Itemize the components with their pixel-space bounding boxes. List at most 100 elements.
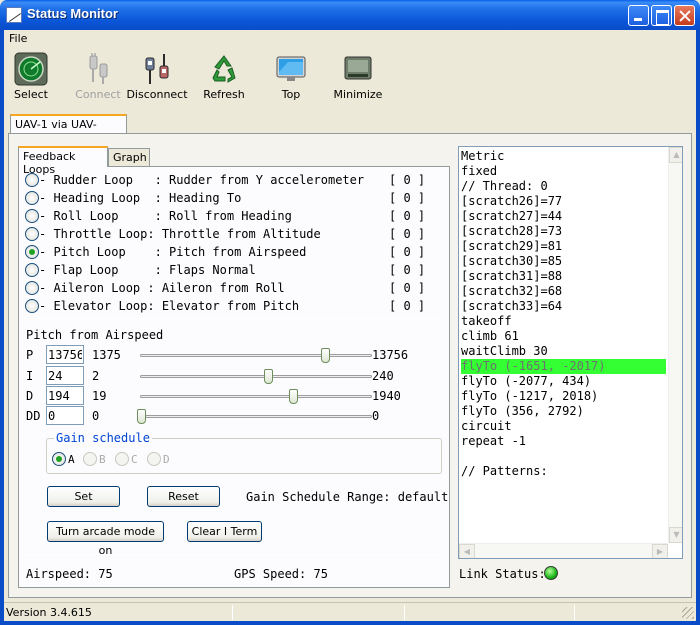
tab-uav-connection[interactable]: UAV-1 via UAV-14633 <box>10 114 127 144</box>
slider-thumb[interactable] <box>137 409 146 424</box>
loop-radio[interactable] <box>25 299 39 313</box>
script-line: [scratch28]=73 <box>461 224 563 238</box>
link-status-label: Link Status: <box>459 567 546 581</box>
arcade-mode-button[interactable]: Turn arcade mode on <box>47 521 164 557</box>
pid-d-input[interactable] <box>46 386 84 405</box>
status-divider <box>404 605 405 620</box>
close-window-button[interactable] <box>674 5 695 26</box>
title-bar[interactable]: Status Monitor <box>0 0 700 30</box>
refresh-tool-label: Refresh <box>203 88 245 101</box>
menu-file[interactable]: File <box>9 32 27 45</box>
loop-row-pitch[interactable]: - Pitch Loop : Pitch from Airspeed [ 0 ] <box>25 244 425 262</box>
disconnect-tool-button[interactable]: Disconnect <box>122 52 192 101</box>
gain-option-label: D <box>163 453 170 466</box>
pid-key: P <box>26 348 34 362</box>
loop-radio-selected[interactable] <box>25 245 39 259</box>
top-tool-button[interactable]: Top <box>256 52 326 101</box>
pid-min-value: 0 <box>92 409 100 423</box>
tab-feedback-loops[interactable]: Feedback Loops <box>18 146 108 176</box>
pid-p-input[interactable] <box>46 345 84 364</box>
pid-key: I <box>26 369 34 383</box>
loop-radio[interactable] <box>25 281 39 295</box>
gain-radio[interactable] <box>83 452 97 466</box>
set-button[interactable]: Set <box>47 486 120 507</box>
loop-value: [ 0 ] <box>389 209 426 223</box>
script-line-current: flyTo (-1651, -2017) <box>461 359 666 374</box>
resize-grip-icon[interactable] <box>682 607 694 619</box>
script-line: [scratch31]=88 <box>461 269 563 283</box>
slider-thumb[interactable] <box>321 348 330 363</box>
scroll-up-icon[interactable]: ▲ <box>669 147 682 163</box>
scroll-right-icon[interactable]: ▶ <box>652 544 668 558</box>
script-line: Metric <box>461 149 505 163</box>
horizontal-scrollbar[interactable]: ◀ ▶ <box>459 543 668 558</box>
mission-script-textarea[interactable]: Metric fixed// Thread: 0 [scratch26]=77 [sc… <box>458 146 683 559</box>
script-line: [scratch30]=85 <box>461 254 563 268</box>
minimize-tool-button[interactable]: Minimize <box>323 52 393 101</box>
clear-i-term-button[interactable]: Clear I Term <box>187 521 262 542</box>
select-tool-button[interactable]: Select <box>0 52 66 101</box>
loop-label: - Throttle Loop: Throttle from Altitude <box>39 227 321 241</box>
window-frame-bottom <box>0 621 700 625</box>
loop-row-aileron[interactable]: - Aileron Loop : Aileron from Roll [ 0 ] <box>25 280 425 298</box>
gps-speed-readout: GPS Speed: 75 <box>234 567 328 581</box>
pid-max-value: 13756 <box>372 348 409 362</box>
gain-radio[interactable] <box>147 452 161 466</box>
pid-max-value: 0 <box>372 409 380 423</box>
radar-icon <box>14 52 48 86</box>
loop-row-flap[interactable]: - Flap Loop : Flaps Normal [ 0 ] <box>25 262 425 280</box>
slider-thumb[interactable] <box>288 389 298 404</box>
pid-d-slider[interactable] <box>140 389 372 404</box>
top-tool-label: Top <box>281 88 301 101</box>
loop-label: - Pitch Loop : Pitch from Airspeed <box>39 245 307 259</box>
minimize-window-button[interactable] <box>628 5 649 26</box>
link-status-led-icon <box>544 566 558 580</box>
pid-section-title: Pitch from Airspeed <box>26 328 164 342</box>
divider <box>24 318 442 319</box>
scroll-left-icon[interactable]: ◀ <box>459 544 475 558</box>
loop-radio[interactable] <box>25 191 39 205</box>
loop-radio[interactable] <box>25 173 39 187</box>
window-frame-left <box>0 30 4 625</box>
loop-value: [ 0 ] <box>389 191 426 205</box>
loop-value: [ 0 ] <box>389 173 426 187</box>
maximize-window-button[interactable] <box>651 5 672 26</box>
slider-thumb[interactable] <box>263 369 273 384</box>
loop-row-elevator[interactable]: - Elevator Loop: Elevator from Pitch [ 0… <box>25 298 425 316</box>
loop-radio[interactable] <box>25 263 39 277</box>
status-divider <box>232 605 233 620</box>
scroll-down-icon[interactable]: ▼ <box>669 527 682 543</box>
pid-dd-slider[interactable] <box>137 409 372 424</box>
gain-radio[interactable] <box>115 452 129 466</box>
loop-row-roll[interactable]: - Roll Loop : Roll from Heading [ 0 ] <box>25 208 425 226</box>
loop-radio[interactable] <box>25 209 39 223</box>
pid-dd-input[interactable] <box>46 406 84 425</box>
loop-row-heading[interactable]: - Heading Loop : Heading To [ 0 ] <box>25 190 425 208</box>
pid-i-slider[interactable] <box>140 369 372 384</box>
pid-min-value: 1375 <box>92 348 121 362</box>
gain-schedule-range: Gain Schedule Range: default <box>246 490 449 504</box>
loop-value: [ 0 ] <box>389 299 426 313</box>
refresh-tool-button[interactable]: Refresh <box>189 52 259 101</box>
pid-i-input[interactable] <box>46 366 84 385</box>
plug-icon <box>81 52 115 86</box>
script-line: flyTo (-2077, 434) <box>461 374 592 388</box>
loop-row-rudder[interactable]: - Rudder Loop : Rudder from Y accelerome… <box>25 172 425 190</box>
script-line: waitClimb 30 <box>461 344 548 358</box>
pid-key: DD <box>26 409 41 423</box>
loop-row-throttle[interactable]: - Throttle Loop: Throttle from Altitude … <box>25 226 425 244</box>
loop-radio[interactable] <box>25 227 39 241</box>
loop-label: - Rudder Loop : Rudder from Y accelerome… <box>39 173 365 187</box>
unplug-icon <box>140 52 174 86</box>
script-line: [scratch26]=77 <box>461 194 563 208</box>
reset-button[interactable]: Reset <box>147 486 220 507</box>
pid-p-slider[interactable] <box>140 348 372 363</box>
script-line: // Patterns: <box>461 464 548 478</box>
minimize-tool-label: Minimize <box>333 88 383 101</box>
tab-graph[interactable]: Graph <box>108 148 150 168</box>
gain-option-label: A <box>68 453 75 466</box>
version-label: Version 3.4.615 <box>6 606 92 619</box>
script-line: flyTo (-1217, 2018) <box>461 389 599 403</box>
vertical-scrollbar[interactable]: ▲ ▼ <box>668 147 682 543</box>
gain-radio-selected[interactable] <box>52 452 66 466</box>
